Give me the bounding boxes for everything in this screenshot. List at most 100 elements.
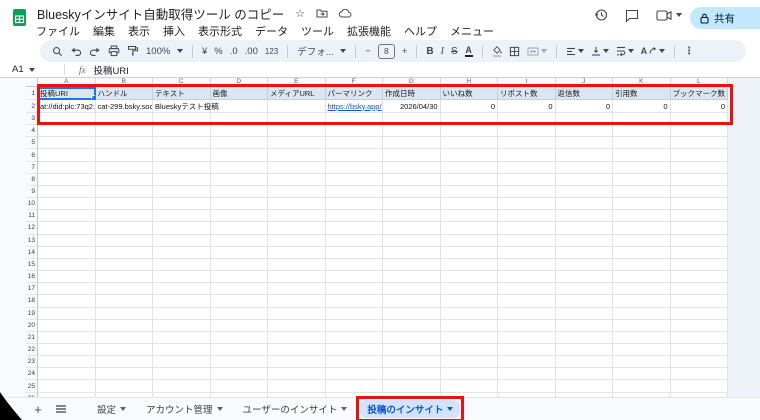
cell-K6[interactable] — [613, 149, 671, 162]
cell-C22[interactable] — [153, 343, 211, 357]
header-cell-F1[interactable]: パーマリンク — [325, 87, 383, 100]
select-all-corner[interactable] — [26, 78, 38, 87]
cell-B18[interactable] — [95, 295, 153, 308]
row-number-16[interactable]: 16 — [26, 271, 37, 284]
cell-H18[interactable] — [440, 295, 498, 308]
row-number-6[interactable]: 6 — [26, 149, 37, 162]
cell-A10[interactable] — [38, 198, 96, 211]
cell-K21[interactable] — [613, 331, 671, 344]
cell-B12[interactable] — [95, 222, 153, 235]
cell-D18[interactable] — [210, 295, 268, 308]
column-letter-D[interactable]: D — [211, 78, 268, 86]
cell-I21[interactable] — [498, 331, 556, 344]
cell-E19[interactable] — [268, 307, 326, 320]
header-cell-J1[interactable]: 返信数 — [555, 87, 613, 100]
row-number-14[interactable]: 14 — [26, 247, 37, 259]
horizontal-align-button[interactable] — [566, 47, 584, 56]
cell-E12[interactable] — [268, 222, 326, 235]
version-history-button[interactable] — [594, 8, 608, 22]
star-icon[interactable]: ☆ — [295, 7, 305, 20]
header-cell-H1[interactable]: いいね数 — [440, 87, 498, 100]
cell-H14[interactable] — [440, 246, 498, 259]
cell-I25[interactable] — [498, 380, 556, 393]
cell-K20[interactable] — [613, 319, 671, 332]
column-letter-L[interactable]: L — [671, 78, 728, 86]
paint-format-icon[interactable] — [127, 45, 139, 57]
cell-A3[interactable] — [38, 113, 96, 126]
cell-F13[interactable] — [325, 234, 383, 247]
cell-J7[interactable] — [555, 161, 613, 174]
cell-H4[interactable] — [440, 125, 498, 138]
cell-A12[interactable] — [38, 222, 96, 235]
column-letter-G[interactable]: G — [383, 78, 441, 86]
borders-button[interactable] — [509, 46, 520, 57]
cell-G20[interactable] — [383, 319, 441, 332]
cell-A18[interactable] — [38, 295, 96, 308]
cell-B2[interactable]: cat-299.bsky.soc — [95, 100, 153, 113]
cell-E11[interactable] — [268, 210, 326, 223]
sheet-tab-1[interactable]: 設定 — [90, 400, 133, 418]
decrease-decimals-button[interactable]: .0 — [230, 46, 238, 57]
cell-I20[interactable] — [498, 319, 556, 332]
cell-D7[interactable] — [210, 161, 268, 174]
document-title[interactable]: Blueskyインサイト自動取得ツール のコピー — [37, 4, 284, 23]
cell-J16[interactable] — [555, 271, 613, 284]
cell-F2[interactable]: https://bsky.app/ — [325, 100, 383, 113]
cell-L23[interactable] — [670, 356, 728, 369]
cell-D5[interactable] — [210, 137, 268, 150]
cell-C4[interactable] — [153, 125, 211, 138]
cell-F7[interactable] — [325, 161, 383, 174]
header-cell-C1[interactable]: テキスト — [153, 87, 211, 100]
cell-C16[interactable] — [153, 271, 211, 284]
cell-A20[interactable] — [38, 319, 96, 332]
cell-L18[interactable] — [670, 295, 728, 308]
cell-J8[interactable] — [555, 173, 613, 186]
header-cell-B1[interactable]: ハンドル — [95, 87, 153, 100]
cell-D17[interactable] — [210, 283, 268, 296]
cell-C24[interactable] — [153, 368, 211, 381]
cell-G18[interactable] — [383, 295, 441, 308]
cell-J20[interactable] — [555, 319, 613, 332]
cell-C8[interactable] — [153, 173, 211, 186]
cell-H6[interactable] — [440, 149, 498, 162]
cell-C10[interactable] — [153, 198, 211, 211]
cell-I22[interactable] — [498, 343, 556, 357]
decrease-font-size-button[interactable]: − — [365, 46, 371, 57]
cell-D9[interactable] — [210, 185, 268, 199]
cell-F6[interactable] — [325, 149, 383, 162]
cell-K3[interactable] — [613, 113, 671, 126]
cell-I2[interactable]: 0 — [498, 100, 556, 113]
row-number-15[interactable]: 15 — [26, 259, 37, 272]
cell-B3[interactable] — [95, 113, 153, 126]
text-color-button[interactable]: A — [464, 45, 473, 57]
cell-L19[interactable] — [670, 307, 728, 320]
cell-J11[interactable] — [555, 210, 613, 223]
menu-item-6[interactable]: データ — [255, 23, 288, 39]
cell-I7[interactable] — [498, 161, 556, 174]
cell-F9[interactable] — [325, 185, 383, 199]
cell-B11[interactable] — [95, 210, 153, 223]
cell-C25[interactable] — [153, 380, 211, 393]
cell-F5[interactable] — [325, 137, 383, 150]
cell-B21[interactable] — [95, 331, 153, 344]
column-letter-J[interactable]: J — [556, 78, 613, 86]
cell-D23[interactable] — [210, 356, 268, 369]
cell-L6[interactable] — [670, 149, 728, 162]
cell-I16[interactable] — [498, 271, 556, 284]
cell-E2[interactable] — [268, 100, 326, 113]
cell-B6[interactable] — [95, 149, 153, 162]
cell-D20[interactable] — [210, 319, 268, 332]
cell-J13[interactable] — [555, 234, 613, 247]
cell-F20[interactable] — [325, 319, 383, 332]
cell-L13[interactable] — [670, 234, 728, 247]
cell-J9[interactable] — [555, 185, 613, 199]
cell-H5[interactable] — [440, 137, 498, 150]
cell-H10[interactable] — [440, 198, 498, 211]
cell-G24[interactable] — [383, 368, 441, 381]
cell-G14[interactable] — [383, 246, 441, 259]
cell-K23[interactable] — [613, 356, 671, 369]
cell-I8[interactable] — [498, 173, 556, 186]
cell-G23[interactable] — [383, 356, 441, 369]
sheet-tab-3[interactable]: ユーザーのインサイト — [236, 400, 355, 418]
cell-A2[interactable]: at://did:plc:73q2: — [38, 100, 96, 113]
